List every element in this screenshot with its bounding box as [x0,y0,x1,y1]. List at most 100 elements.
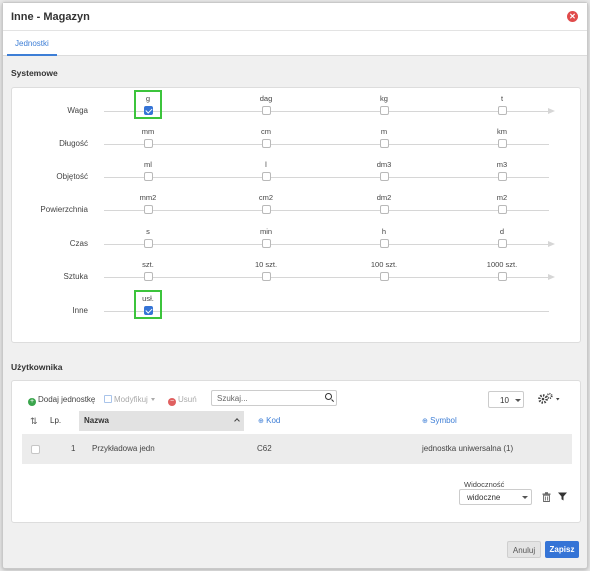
dialog-window: Inne - Magazyn ✕ Jednostki Systemowe Wag… [2,2,588,569]
unit-label: ml [144,160,152,169]
unit-label: t [500,94,504,103]
unit-label: d [499,227,505,236]
conversion-track [104,144,549,145]
row-label: Czas [69,239,88,248]
unit-checkbox[interactable] [379,272,389,281]
minus-icon: − [168,398,176,406]
unit-label: m3 [496,160,508,169]
filter-icon[interactable] [558,492,567,503]
window-title: Inne - Magazyn [11,11,90,23]
unit-label: l [265,160,267,169]
arrow-right-icon [548,274,555,280]
table-row[interactable]: 1 Przykładowa jedn C62 jednostka uniwers… [22,434,572,464]
trash-icon[interactable] [542,492,551,504]
unit-label: m [380,127,388,136]
cancel-button[interactable]: Anuluj [507,541,541,558]
gear-icon [538,392,560,404]
chevron-down-icon [515,399,521,402]
unit-checkbox[interactable] [261,272,271,281]
unit-checkbox[interactable] [379,239,389,248]
unit-checkbox[interactable] [379,106,389,115]
unit-checkbox[interactable] [497,205,507,214]
delete-label: Usuń [178,395,197,404]
unit-checkbox[interactable] [379,139,389,148]
unit-checkbox[interactable] [143,172,153,181]
chevron-down-icon [150,398,155,401]
column-symbol-label: Symbol [430,416,457,425]
save-button[interactable]: Zapisz [545,541,579,558]
row-label: Sztuka [63,272,88,281]
unit-label: dag [259,94,273,103]
systemowe-panel: Waga g dag kg t Długość mm cm m km Objętość ml l dm3 m… [11,87,581,343]
unit-checkbox[interactable] [497,172,507,181]
column-symbol[interactable]: ⊕ Symbol [422,411,457,431]
column-kod[interactable]: ⊕ Kod [258,411,280,431]
add-unit-button[interactable]: + Dodaj jednostkę [28,395,95,406]
close-icon[interactable]: ✕ [567,11,578,22]
conversion-track [104,111,549,112]
key-icon: ⊕ [258,418,264,425]
unit-checkbox[interactable] [143,239,153,248]
column-kod-label: Kod [266,416,281,425]
chevron-down-icon [522,496,528,499]
section-title-systemowe: Systemowe [11,68,58,78]
section-title-uzytkownika: Użytkownika [11,362,63,372]
unit-checkbox[interactable] [379,205,389,214]
conversion-track [104,210,549,211]
title-bar: Inne - Magazyn ✕ [3,3,587,31]
row-checkbox[interactable] [31,445,40,454]
search-input[interactable] [211,390,337,406]
row-label: Długość [59,139,88,148]
unit-checkbox[interactable] [497,239,507,248]
page-size-value: 10 [500,396,509,405]
unit-checkbox[interactable] [261,139,271,148]
row-label: Inne [72,306,88,315]
unit-label: szt. [142,260,154,269]
unit-checkbox[interactable] [261,106,271,115]
unit-checkbox[interactable] [261,172,271,181]
unit-label: mm [141,127,155,136]
settings-menu-button[interactable] [536,391,564,407]
page-size-select[interactable]: 10 [488,391,524,408]
unit-label: 10 szt. [254,260,278,269]
unit-label: cm [261,127,271,136]
cell-symbol: jednostka uniwersalna (1) [422,444,514,453]
modify-button[interactable]: Modyfikuj [104,395,155,404]
unit-label: m2 [496,193,508,202]
unit-label: dm3 [376,160,392,169]
unit-label: 1000 szt. [486,260,518,269]
key-icon: ⊕ [422,418,428,425]
column-lp[interactable]: Lp. [50,411,61,431]
unit-label: min [259,227,273,236]
arrow-right-icon [548,241,555,247]
sort-ascending-icon [234,418,240,424]
column-toggle-icon[interactable]: ⇅ [30,416,38,427]
row-label: Powierzchnia [40,205,88,214]
unit-label: km [497,127,507,136]
unit-checkbox[interactable] [143,272,153,281]
unit-checkbox[interactable] [143,139,153,148]
unit-checkbox[interactable] [497,272,507,281]
add-unit-label: Dodaj jednostkę [38,395,96,404]
column-nazwa[interactable]: Nazwa [79,411,244,431]
conversion-track [104,177,549,178]
unit-label: kg [380,94,388,103]
visibility-select[interactable]: widoczne [459,489,532,505]
conversion-track [104,244,549,245]
arrow-right-icon [548,108,555,114]
grid-header: ⇅ Lp. Nazwa ⊕ Kod ⊕ Symbol [22,411,572,431]
tab-bar: Jednostki [3,31,587,56]
column-nazwa-label: Nazwa [84,416,109,425]
unit-checkbox[interactable] [261,239,271,248]
unit-checkbox[interactable] [497,139,507,148]
unit-checkbox[interactable] [143,205,153,214]
unit-checkbox[interactable] [261,205,271,214]
selection-highlight [134,90,162,119]
cell-lp: 1 [71,444,76,453]
tab-jednostki[interactable]: Jednostki [7,31,57,56]
modify-label: Modyfikuj [114,395,148,404]
unit-checkbox[interactable] [497,106,507,115]
unit-checkbox[interactable] [379,172,389,181]
delete-button[interactable]: − Usuń [168,395,197,406]
selection-highlight [134,290,162,319]
